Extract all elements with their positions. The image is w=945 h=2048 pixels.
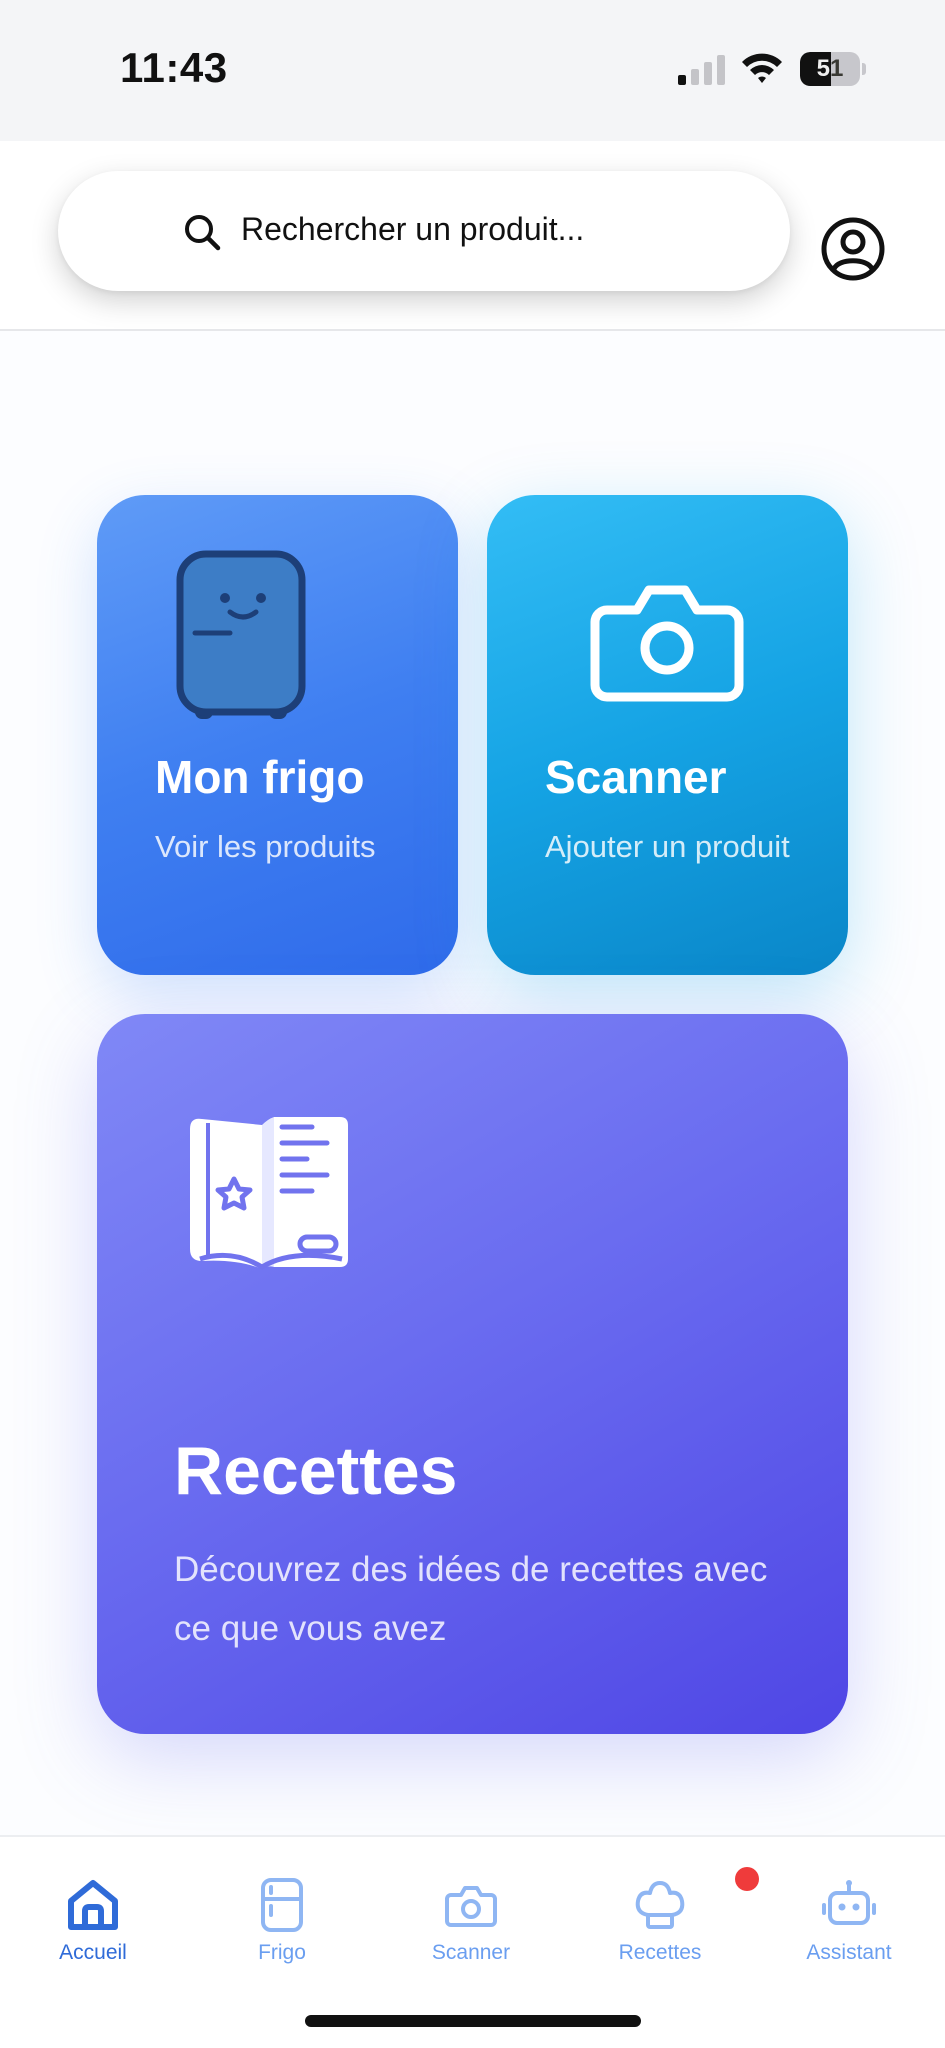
header: Rechercher un produit... (0, 141, 945, 331)
nav-item-assistant[interactable]: Assistant (774, 1877, 924, 1977)
nav-item-accueil[interactable]: Accueil (18, 1877, 168, 1977)
fridge-icon (261, 1878, 303, 1932)
card-frigo-title: Mon frigo (155, 751, 365, 803)
assistant-notification-badge (735, 1867, 759, 1891)
status-time: 11:43 (120, 44, 228, 91)
search-placeholder: Rechercher un produit... (241, 211, 585, 247)
nav-label-accueil: Accueil (59, 1941, 127, 1964)
cellular-signal-icon (678, 55, 725, 85)
search-bar[interactable]: Rechercher un produit... (58, 171, 790, 291)
home-icon (68, 1880, 118, 1930)
fridge-icon (176, 550, 306, 719)
nav-label-recettes: Recettes (618, 1941, 702, 1964)
wifi-icon (742, 53, 782, 83)
nav-item-scanner[interactable]: Scanner (396, 1877, 546, 1977)
robot-icon (822, 1880, 876, 1925)
card-mon-frigo[interactable]: Mon frigo Voir les produits (97, 495, 458, 975)
card-scanner[interactable]: Scanner Ajouter un produit (487, 495, 848, 975)
status-bar: 11:43 51 (0, 0, 945, 141)
battery-tip (862, 63, 866, 75)
app-screen: 11:43 51 Rechercher un produit... Mon fr… (0, 0, 945, 2048)
nav-label-frigo: Frigo (258, 1941, 306, 1964)
card-scanner-title: Scanner (545, 751, 727, 803)
camera-icon (445, 1886, 497, 1927)
battery-level: 51 (816, 55, 844, 82)
profile-icon[interactable] (820, 216, 886, 282)
card-recettes[interactable]: Recettes Découvrez des idées de recettes… (97, 1014, 848, 1734)
nav-item-recettes[interactable]: Recettes (585, 1877, 735, 1977)
chef-hat-icon (635, 1881, 685, 1929)
nav-item-frigo[interactable]: Frigo (207, 1877, 357, 1977)
camera-icon (590, 585, 744, 702)
nav-label-scanner: Scanner (431, 1941, 511, 1964)
nav-label-assistant: Assistant (806, 1941, 892, 1964)
recipe-book-icon (190, 1117, 348, 1270)
card-scanner-subtitle: Ajouter un produit (545, 829, 790, 864)
search-icon (185, 215, 221, 251)
card-frigo-subtitle: Voir les produits (155, 829, 376, 864)
battery-indicator: 51 (800, 52, 866, 86)
home-indicator[interactable] (305, 2015, 641, 2027)
card-recettes-title: Recettes (174, 1433, 458, 1509)
card-recettes-subtitle: Découvrez des idées de recettes avec ce … (174, 1550, 768, 1648)
